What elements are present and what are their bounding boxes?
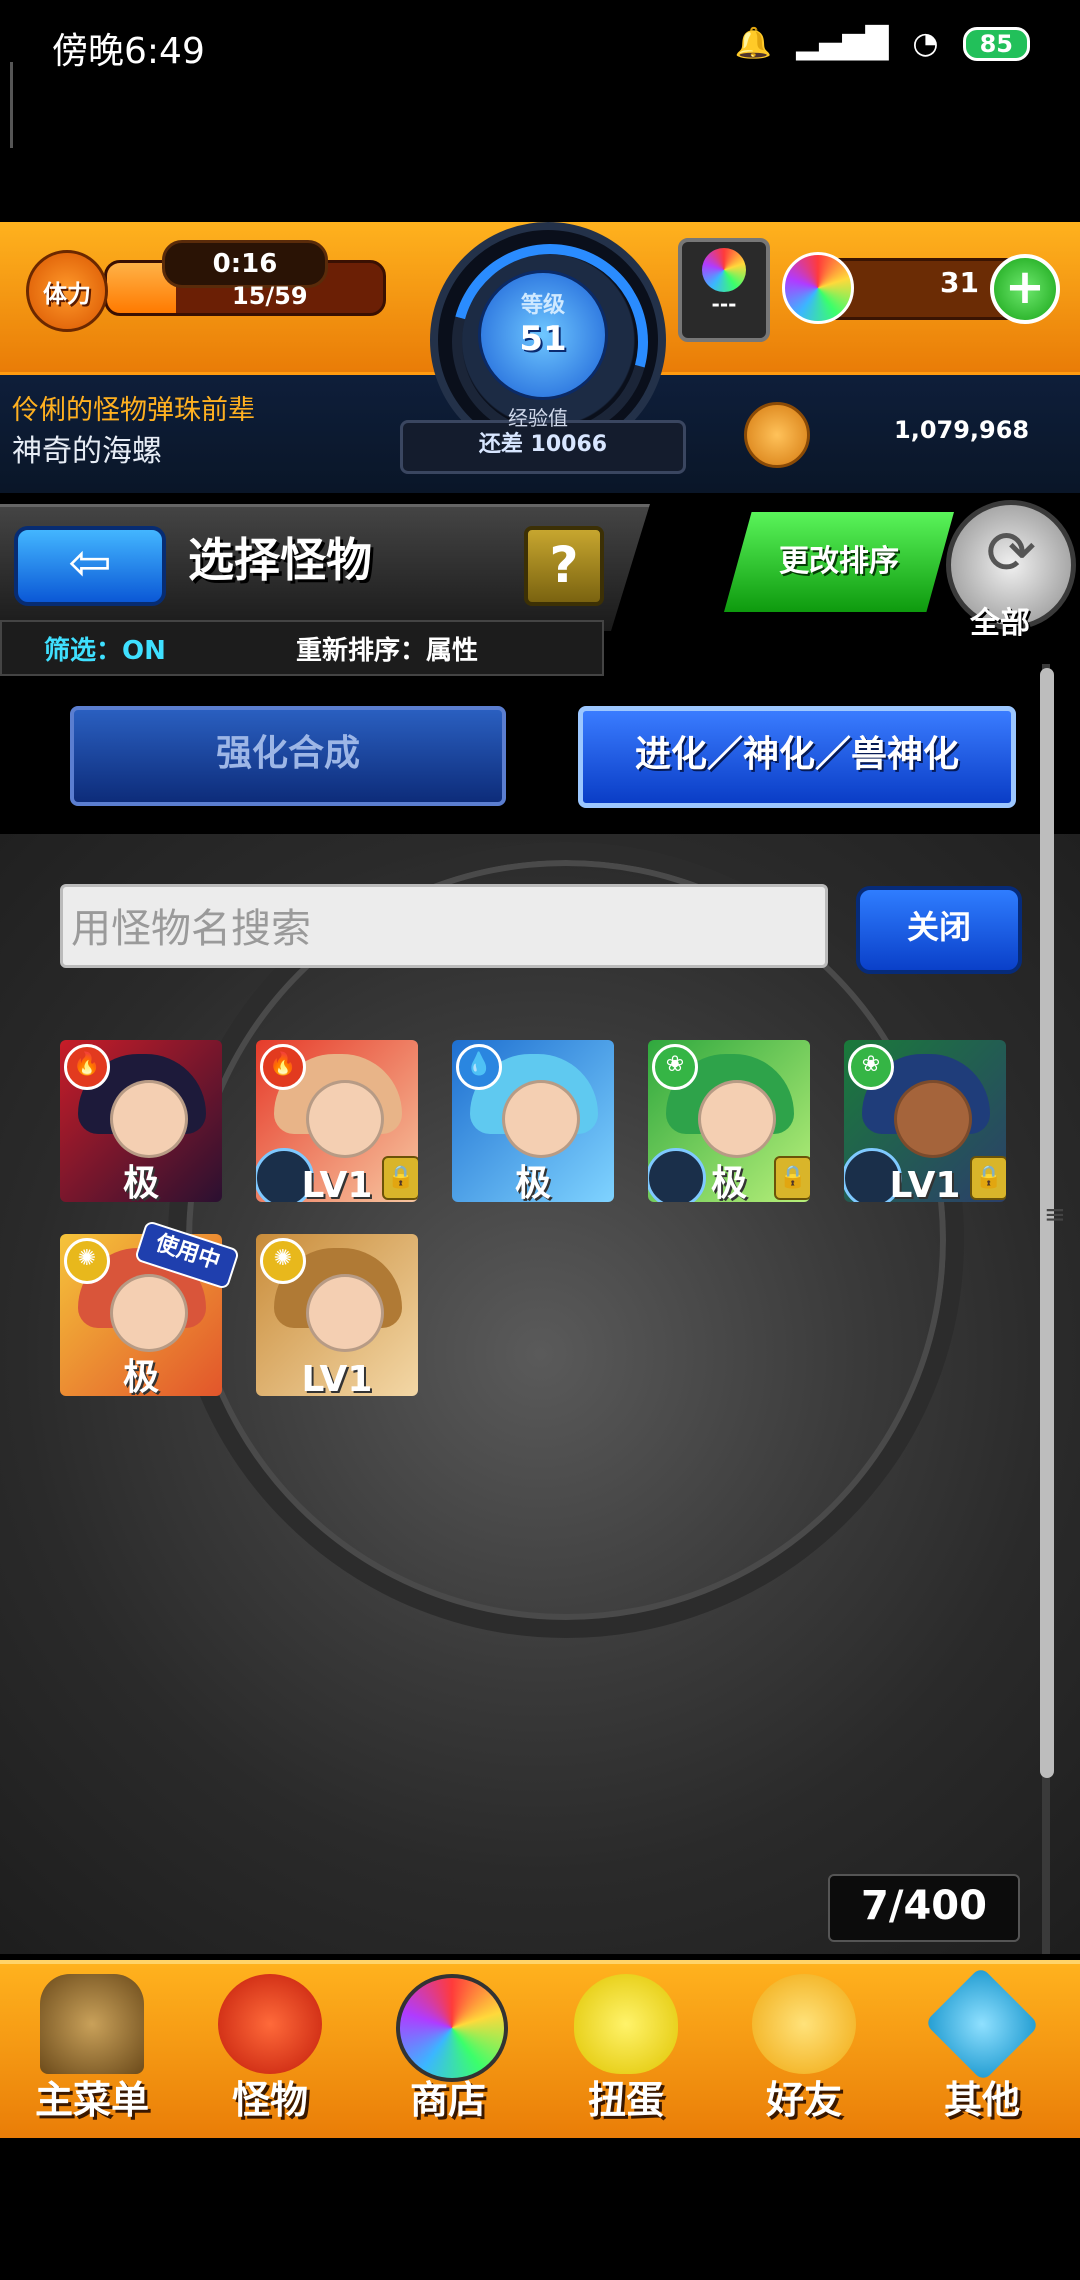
nav-label: 怪物 <box>231 2078 308 2122</box>
help-button[interactable]: ? <box>524 526 604 606</box>
nav-monsters[interactable]: 怪物 <box>184 1966 356 2130</box>
orb-icon <box>396 1974 508 2082</box>
signal-icon: ▂▄▆█ <box>796 26 889 61</box>
nav-label: 扭蛋 <box>587 2078 664 2122</box>
monster-level: 极 <box>122 1163 159 1202</box>
search-input[interactable]: 用怪物名搜索 <box>60 884 828 968</box>
sort-toggle[interactable]: 重新排序：属性 <box>296 630 478 667</box>
all-label: 全部 <box>970 606 1030 641</box>
friends-icon <box>752 1974 856 2074</box>
monster-card[interactable]: ❀ 🔒 极 <box>648 1040 810 1202</box>
gacha-orb-icon <box>702 248 746 292</box>
close-search-button[interactable]: 关闭 <box>856 886 1022 974</box>
level-badge: 等级 51 <box>478 270 608 400</box>
monster-face <box>894 1080 972 1158</box>
bell-icon: 🔔 <box>734 26 773 61</box>
nav-gacha[interactable]: 扭蛋 <box>540 1966 712 2130</box>
fire-element-icon: 🔥 <box>260 1044 306 1090</box>
stamina-count: 15/59 <box>232 282 308 310</box>
light-element-icon: ✺ <box>260 1238 306 1284</box>
monster-face <box>110 1080 188 1158</box>
stamina-timer: 0:16 <box>162 240 328 288</box>
dragon-icon <box>218 1974 322 2074</box>
monster-level: LV1 <box>889 1165 961 1202</box>
exp-label: 经验值 <box>508 406 568 430</box>
player-title: 伶俐的怪物弹珠前辈 <box>12 395 255 426</box>
back-button[interactable]: ⇦ <box>14 526 166 606</box>
nav-label: 商店 <box>409 2078 486 2122</box>
monster-card[interactable]: 💧 极 <box>452 1040 614 1202</box>
monster-level: LV1 <box>301 1359 373 1396</box>
coin-icon <box>744 402 810 468</box>
monster-face <box>502 1080 580 1158</box>
monster-card[interactable]: 🔥 🔒 LV1 <box>256 1040 418 1202</box>
monster-face <box>110 1274 188 1352</box>
monster-card[interactable]: ✺ LV1 <box>256 1234 418 1396</box>
monster-level: 极 <box>710 1163 747 1202</box>
monster-card[interactable]: ✺ 使用中 极 <box>60 1219 241 1398</box>
egg-icon <box>574 1974 678 2074</box>
battery-icon: 85 <box>962 26 1030 61</box>
nav-label: 其他 <box>943 2078 1020 2122</box>
box-count: 7/400 <box>828 1874 1020 1942</box>
nav-main-menu[interactable]: 主菜单 <box>6 1966 178 2130</box>
scroll-grip-icon: ≡ <box>1044 1200 1066 1230</box>
player-name: 神奇的海螺 <box>12 434 162 469</box>
monster-face <box>306 1080 384 1158</box>
monster-level: 极 <box>514 1163 551 1202</box>
reorder-button[interactable]: 更改排序 <box>724 512 954 612</box>
wood-element-icon: ❀ <box>848 1044 894 1090</box>
edge-indicator <box>10 62 13 148</box>
gacha-dashes: --- <box>711 292 737 316</box>
water-element-icon: 💧 <box>456 1044 502 1090</box>
tab-power-up[interactable]: 强化合成 <box>70 706 506 806</box>
coin-count: 1,079,968 <box>894 416 1030 444</box>
status-icons: 🔔 ▂▄▆█ ◔ 85 <box>735 26 1030 61</box>
nav-other[interactable]: 其他 <box>896 1966 1068 2130</box>
orb-icon <box>782 252 854 324</box>
stamina-icon: 体力 <box>26 250 108 332</box>
nav-label: 主菜单 <box>34 2078 149 2122</box>
nav-friends[interactable]: 好友 <box>718 1966 890 2130</box>
nav-label: 好友 <box>765 2078 842 2122</box>
monster-face <box>698 1080 776 1158</box>
orb-count: 31 <box>940 266 979 299</box>
monster-card[interactable]: 🔥 极 <box>60 1040 222 1202</box>
castle-icon <box>40 1974 144 2074</box>
buy-orbs-button[interactable]: + <box>990 254 1060 324</box>
tab-evolve[interactable]: 进化／神化／兽神化 <box>578 706 1016 808</box>
monster-level: LV1 <box>301 1165 373 1202</box>
fire-element-icon: 🔥 <box>64 1044 110 1090</box>
nav-shop[interactable]: 商店 <box>362 1966 534 2130</box>
filter-toggle[interactable]: 筛选：ON <box>44 630 166 667</box>
monster-level: 极 <box>122 1357 159 1398</box>
monster-card[interactable]: ❀ 🔒 LV1 <box>844 1040 1006 1202</box>
monster-face <box>306 1274 384 1352</box>
page-title: 选择怪物 <box>188 533 372 587</box>
wifi-icon: ◔ <box>912 26 939 61</box>
light-element-icon: ✺ <box>64 1238 110 1284</box>
status-time: 傍晚6:49 <box>52 31 205 72</box>
system-nav-area <box>0 2138 1080 2280</box>
question-icon <box>924 1966 1040 2082</box>
wood-element-icon: ❀ <box>652 1044 698 1090</box>
level-number: 51 <box>519 319 567 359</box>
level-label: 等级 <box>520 293 565 318</box>
gacha-indicator[interactable]: --- <box>678 238 770 342</box>
refresh-icon: ⟳ <box>985 518 1037 588</box>
